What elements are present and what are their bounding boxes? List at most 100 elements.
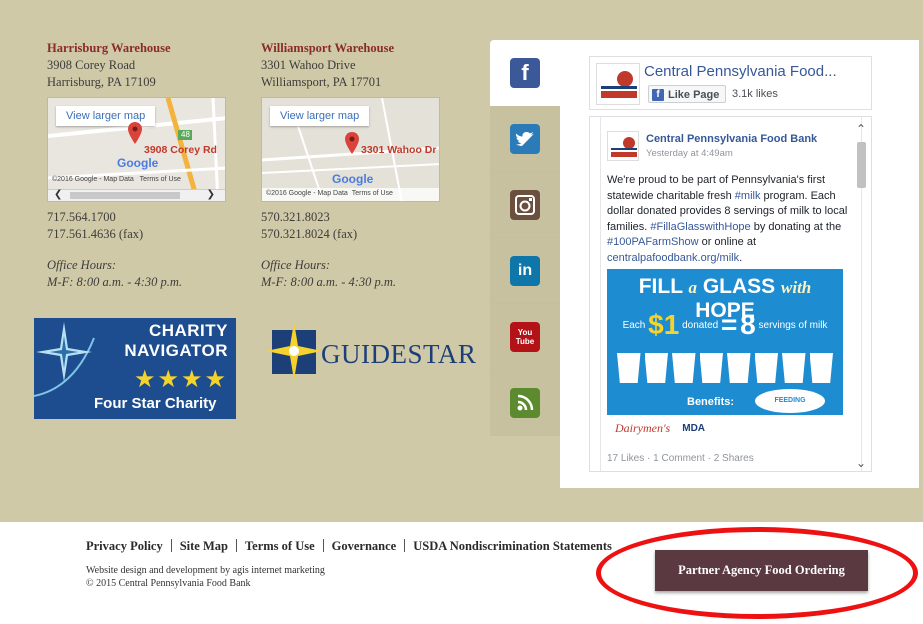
map-pin-label: 3301 Wahoo Dr [361, 144, 437, 156]
twitter-icon [510, 123, 540, 154]
map-harrisburg[interactable]: View larger map 3908 Corey Rd 48 Google … [47, 97, 226, 202]
hours: M-F: 8:00 a.m. - 4:30 p.m. [47, 275, 183, 289]
feeding-pennsylvania-logo: FEEDING PENNSYLVANIA [755, 389, 825, 428]
guidestar-badge[interactable]: GUIDESTAR [266, 322, 476, 380]
infographic-benefits: Benefits: [687, 396, 735, 408]
milk-glass-icon [727, 353, 751, 383]
governance-link[interactable]: Governance [332, 539, 397, 553]
divider [235, 539, 237, 552]
google-logo: Google [332, 172, 374, 186]
infographic-sponsors: Dairymen's MDA [607, 415, 843, 441]
divider [404, 539, 406, 552]
like-page-button[interactable]: f Like Page [648, 85, 727, 103]
hours: M-F: 8:00 a.m. - 4:30 p.m. [261, 275, 397, 289]
scroll-left-icon[interactable]: ❮ [54, 189, 62, 200]
rss-icon [510, 388, 540, 418]
usda-statements-link[interactable]: USDA Nondiscrimination Statements [413, 539, 612, 553]
tab-youtube[interactable]: You Tube [490, 304, 560, 370]
map-pin-label: 3908 Corey Rd [144, 144, 217, 156]
post-image[interactable]: FILL a GLASS with HOPE Each $1 donated =… [607, 269, 843, 441]
tab-facebook[interactable]: f [490, 40, 560, 106]
google-logo: Google [117, 156, 159, 170]
location-name: Williamsport Warehouse [261, 41, 395, 55]
partner-agency-ordering-button[interactable]: Partner Agency Food Ordering [655, 550, 868, 591]
charity-navigator-line2: NAVIGATOR [124, 341, 228, 360]
divider [322, 539, 324, 552]
hours-label: Office Hours: [47, 258, 117, 272]
location-city: Williamsport, PA 17701 [261, 75, 382, 89]
scroll-right-icon[interactable]: ❯ [207, 189, 215, 200]
milk-glass-icon [699, 353, 723, 383]
like-page-label: Like Page [668, 88, 720, 101]
scroll-thumb[interactable] [70, 192, 180, 199]
design-credit[interactable]: Website design and development by agis i… [86, 564, 325, 577]
milk-glass-icon [644, 353, 668, 383]
location-street: 3301 Wahoo Drive [261, 58, 356, 72]
hours-label: Office Hours: [261, 258, 331, 272]
like-count: 3.1k likes [732, 88, 778, 100]
post-author[interactable]: Central Pennsylvania Food Bank [646, 133, 817, 145]
map-attribution: ©2016 Google - Map Data Terms of Use [52, 176, 181, 183]
guidestar-star-icon [266, 322, 322, 380]
post-link[interactable]: centralpafoodbank.org/milk [607, 252, 739, 264]
milk-glass-icon [617, 353, 641, 383]
four-star-rating: ★★★★ [133, 365, 228, 393]
tab-twitter[interactable] [490, 106, 560, 172]
compass-icon [34, 322, 95, 397]
social-tabs: f in You Tube [490, 40, 560, 437]
terms-of-use-link[interactable]: Terms of Use [245, 539, 315, 553]
tab-linkedin[interactable]: in [490, 238, 560, 304]
location-harrisburg: Harrisburg Warehouse 3908 Corey Road Har… [47, 40, 171, 91]
map-pin-icon [128, 122, 142, 144]
phone: 570.321.8023 [261, 210, 330, 224]
location-street: 3908 Corey Road [47, 58, 136, 72]
youtube-icon: You Tube [510, 321, 540, 352]
scroll-up-icon[interactable]: ⌃ [856, 122, 866, 136]
map-attribution: ©2016 Google - Map Data Terms of Use [262, 188, 439, 201]
route-number: 48 [181, 130, 190, 139]
charity-navigator-tagline: Four Star Charity [94, 395, 217, 412]
post-text: We're proud to be part of Pennsylvania's… [607, 174, 848, 264]
guidestar-name: GUIDESTAR [321, 339, 477, 369]
hashtag-farm-show[interactable]: #100PAFarmShow [607, 236, 699, 248]
facebook-post: Central Pennsylvania Food Bank Yesterday… [600, 117, 862, 471]
feed-scrollbar[interactable]: ⌃ ⌄ [853, 120, 870, 472]
facebook-icon: f [510, 58, 540, 88]
facebook-feed[interactable]: Central Pennsylvania Food Bank Yesterday… [589, 116, 872, 472]
mda-logo: MDA [682, 422, 706, 434]
map-williamsport[interactable]: View larger map 3301 Wahoo Dr Google ©20… [261, 97, 440, 202]
hashtag-fill-a-glass[interactable]: #FillaGlasswithHope [650, 221, 750, 233]
instagram-icon [510, 189, 540, 220]
map-scrollbar[interactable]: ❮ ❯ [48, 189, 225, 201]
map-pin-icon [345, 132, 359, 154]
post-time[interactable]: Yesterday at 4:49am [646, 148, 733, 159]
hashtag-milk[interactable]: #milk [735, 190, 761, 202]
scroll-down-icon[interactable]: ⌄ [856, 456, 866, 470]
facebook-page-header: Central Pennsylvania Food... f Like Page… [589, 56, 872, 110]
location-contact-williamsport: 570.321.8023 570.321.8024 (fax) Office H… [261, 209, 396, 291]
site-map-link[interactable]: Site Map [180, 539, 228, 553]
milk-glass-icon [672, 353, 696, 383]
location-city: Harrisburg, PA 17109 [47, 75, 156, 89]
scroll-thumb[interactable] [857, 142, 866, 188]
post-stats[interactable]: 17 Likes · 1 Comment · 2 Shares [607, 453, 754, 464]
facebook-f-icon: f [652, 88, 664, 101]
fax: 717.561.4636 (fax) [47, 227, 144, 241]
tab-rss[interactable] [490, 370, 560, 436]
infographic-equation: Each $1 donated = 8 servings of milk [622, 309, 828, 340]
charity-navigator-badge[interactable]: CHARITY NAVIGATOR ★★★★ Four Star Charity [34, 318, 236, 419]
milk-glasses [617, 353, 833, 383]
tab-instagram[interactable] [490, 172, 560, 238]
facebook-page-name[interactable]: Central Pennsylvania Food... [644, 63, 837, 80]
food-bank-logo[interactable] [596, 63, 640, 105]
privacy-policy-link[interactable]: Privacy Policy [86, 539, 163, 553]
view-larger-map-link[interactable]: View larger map [270, 106, 370, 126]
divider [170, 539, 172, 552]
location-williamsport: Williamsport Warehouse 3301 Wahoo Drive … [261, 40, 394, 91]
facebook-panel: Central Pennsylvania Food... f Like Page… [560, 40, 919, 488]
dairymens-logo: Dairymen's [615, 420, 671, 435]
post-author-avatar[interactable] [607, 131, 639, 161]
milk-glass-icon [809, 353, 833, 383]
milk-glass-icon [754, 353, 778, 383]
milk-glass-icon [782, 353, 806, 383]
